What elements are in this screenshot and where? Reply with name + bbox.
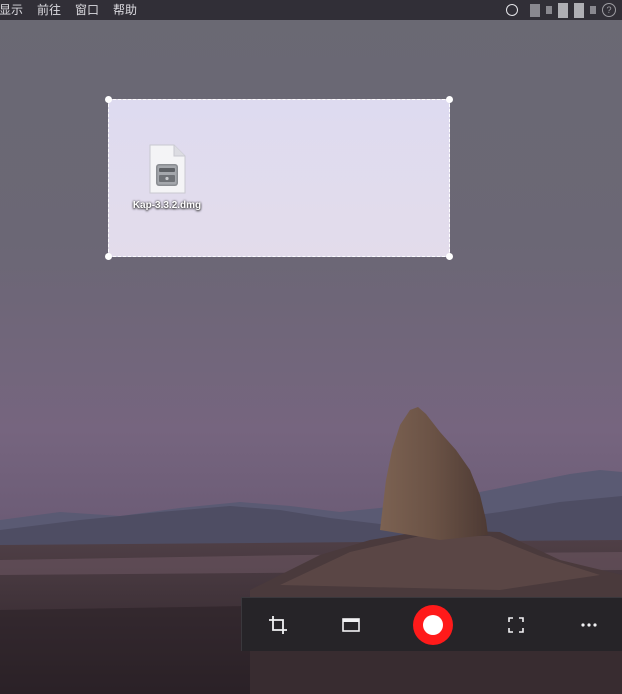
- desktop-file-item[interactable]: Kap-3.3.2.dmg: [121, 144, 213, 211]
- resize-handle-bottom-left[interactable]: [105, 253, 112, 260]
- status-menu-icon[interactable]: [546, 6, 552, 14]
- status-menu-icon[interactable]: [558, 2, 568, 18]
- capture-selection-area[interactable]: Kap-3.3.2.dmg: [105, 96, 453, 260]
- resize-handle-top-right[interactable]: [446, 96, 453, 103]
- status-circle-icon[interactable]: [506, 4, 518, 16]
- dmg-disk-image-icon[interactable]: [148, 144, 186, 194]
- resize-handle-bottom-right[interactable]: [446, 253, 453, 260]
- menu-bar: 显示 前往 窗口 帮助 ?: [0, 0, 622, 20]
- status-icons: ?: [530, 2, 618, 18]
- file-name-label: Kap-3.3.2.dmg: [132, 200, 202, 211]
- status-menu-icon[interactable]: [574, 2, 584, 18]
- status-menu-icon[interactable]: [530, 3, 540, 17]
- menu-item-window[interactable]: 窗口: [75, 0, 99, 20]
- window-icon: [342, 617, 360, 633]
- more-icon: [581, 623, 597, 627]
- crop-icon: [268, 615, 288, 635]
- status-area: ?: [506, 0, 622, 20]
- menu-items: 显示 前往 窗口 帮助: [0, 0, 151, 20]
- record-icon: [413, 605, 453, 645]
- crop-button[interactable]: [262, 598, 294, 652]
- fullscreen-icon: [508, 617, 524, 633]
- menu-item-view[interactable]: 显示: [0, 0, 23, 20]
- status-menu-icon[interactable]: [590, 6, 596, 14]
- menu-item-go[interactable]: 前往: [37, 0, 61, 20]
- recording-toolbar: [241, 597, 622, 651]
- menu-item-help[interactable]: 帮助: [113, 0, 137, 20]
- record-dot: [423, 615, 443, 635]
- fullscreen-button[interactable]: [500, 598, 532, 652]
- window-button[interactable]: [335, 598, 367, 652]
- status-help-icon[interactable]: ?: [602, 3, 616, 17]
- more-button[interactable]: [573, 598, 605, 652]
- record-button[interactable]: [412, 598, 454, 652]
- resize-handle-top-left[interactable]: [105, 96, 112, 103]
